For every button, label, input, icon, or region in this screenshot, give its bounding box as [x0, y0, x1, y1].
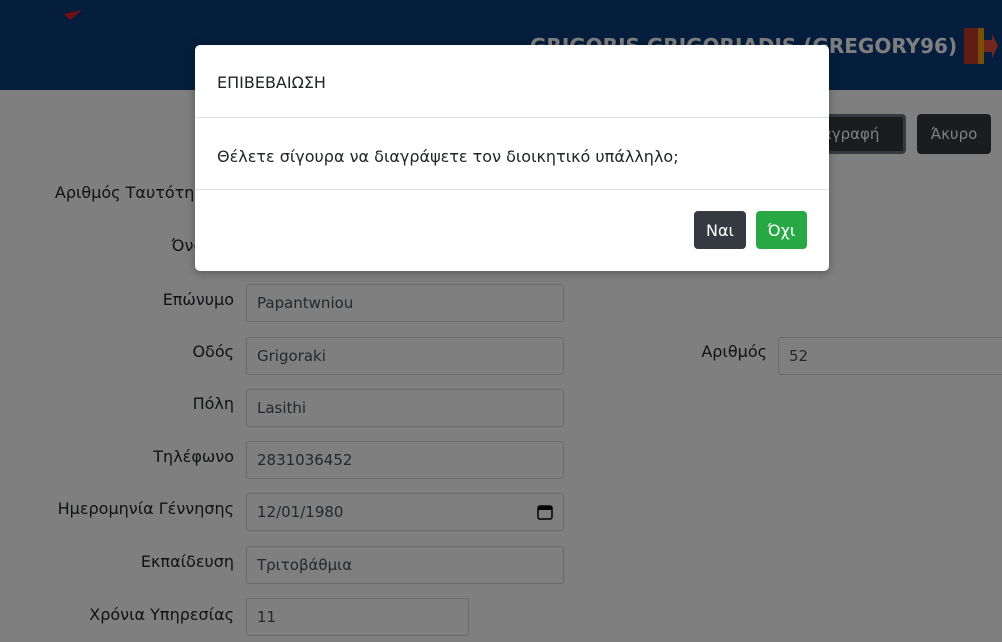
- dialog-message: Θέλετε σίγουρα να διαγράψετε τον διοικητ…: [217, 147, 679, 166]
- dialog-divider: [195, 117, 829, 118]
- dialog-divider: [195, 189, 829, 190]
- yes-button[interactable]: Ναι: [694, 211, 746, 249]
- no-button[interactable]: Όχι: [756, 211, 807, 249]
- dialog-title: ΕΠΙΒΕΒΑΙΩΣΗ: [217, 73, 326, 92]
- confirm-dialog: ΕΠΙΒΕΒΑΙΩΣΗ Θέλετε σίγουρα να διαγράψετε…: [195, 45, 829, 271]
